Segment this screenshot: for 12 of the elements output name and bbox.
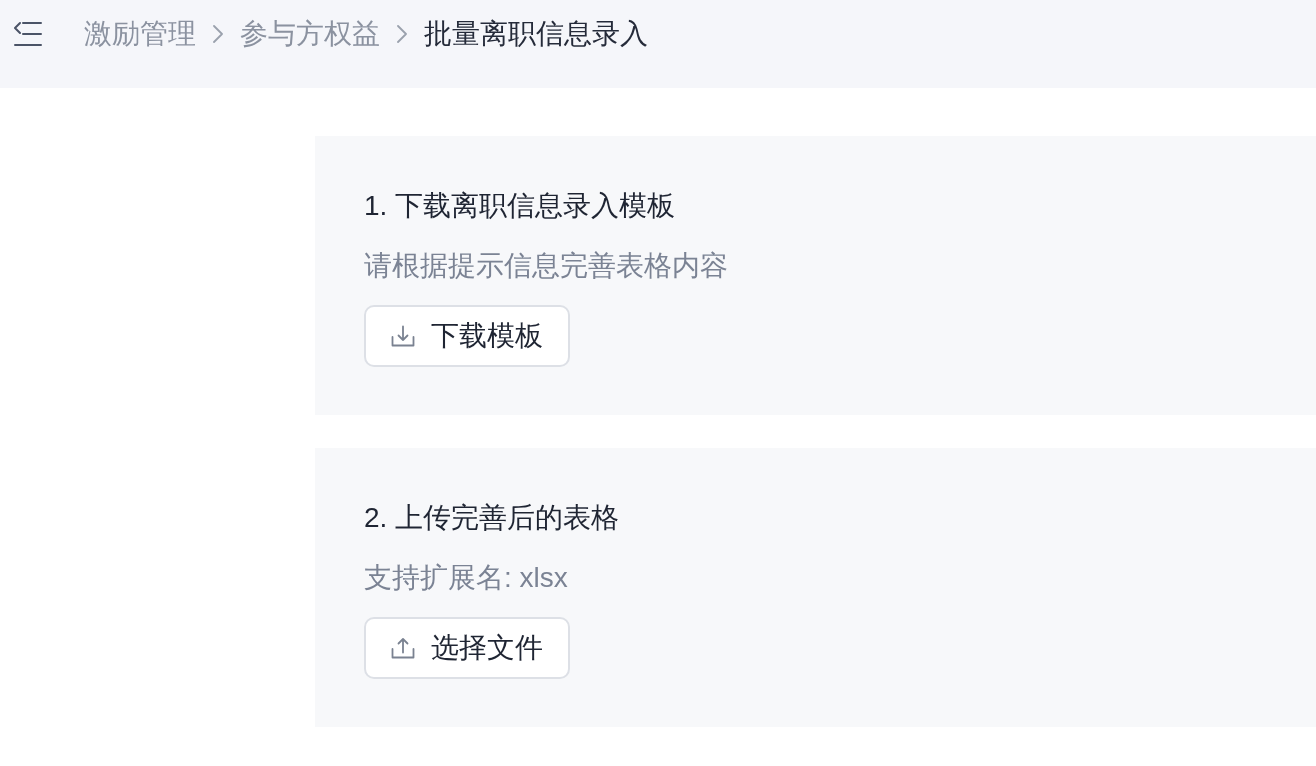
step-hint: 支持扩展名: xlsx xyxy=(364,561,568,595)
chevron-right-icon xyxy=(213,25,223,43)
step-title: 1. 下载离职信息录入模板 xyxy=(364,189,676,223)
step-hint: 请根据提示信息完善表格内容 xyxy=(364,249,728,283)
upload-icon xyxy=(391,637,415,659)
chevron-right-icon xyxy=(397,25,407,43)
download-button[interactable]: 下载模板 xyxy=(364,305,570,367)
collapse-menu-icon[interactable] xyxy=(14,21,42,47)
breadcrumb-current: 批量离职信息录入 xyxy=(424,17,648,51)
download-icon xyxy=(391,325,415,347)
step-title: 2. 上传完善后的表格 xyxy=(364,501,620,535)
upload-button[interactable]: 选择文件 xyxy=(364,617,570,679)
